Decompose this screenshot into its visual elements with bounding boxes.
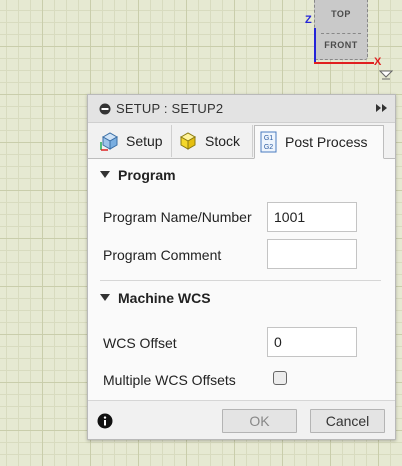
expand-arrows-icon[interactable] [375,103,389,113]
section-program-title: Program [118,167,176,183]
dialog-footer: OK Cancel [88,400,395,439]
g1-text: G1 [264,135,273,142]
setup-cube-icon [100,132,119,151]
stock-box-icon [179,132,197,150]
z-axis-line [314,28,316,64]
tab-post-process[interactable]: G1 G2 Post Process [254,125,384,159]
program-comment-label: Program Comment [103,247,222,263]
program-name-label: Program Name/Number [103,209,252,225]
program-comment-input[interactable] [267,239,357,269]
info-icon[interactable] [97,413,113,429]
viewcube-front-label[interactable]: FRONT [315,40,367,50]
section-divider [100,280,381,281]
multiple-wcs-offsets-checkbox[interactable] [273,371,287,385]
tab-setup-label: Setup [126,133,163,149]
wcs-offset-label: WCS Offset [103,335,177,351]
cancel-button[interactable]: Cancel [310,409,385,433]
viewcube-top-label[interactable]: TOP [315,9,367,19]
viewcube-cube[interactable]: TOP FRONT [314,0,368,60]
z-axis-label: Z [305,14,312,26]
post-process-panel: Program Program Name/Number Program Comm… [88,159,395,402]
wcs-offset-input[interactable] [267,327,357,357]
x-axis-line [314,62,374,64]
section-program-header[interactable]: Program [100,167,176,183]
tab-stock-label: Stock [205,133,241,149]
viewcube-menu-icon[interactable] [379,70,393,80]
tab-post-process-label: Post Process [285,134,368,150]
viewcube[interactable]: TOP FRONT Z X [300,0,402,90]
dialog-title: SETUP : SETUP2 [116,101,224,116]
dialog-titlebar[interactable]: SETUP : SETUP2 [88,95,395,123]
section-machine-wcs-header[interactable]: Machine WCS [100,290,211,306]
x-axis-label: X [374,56,382,68]
dialog-tabs: Setup Stock G1 G2 Post Process [88,125,395,159]
g2-text: G2 [264,144,273,151]
g1-g2-icon: G1 G2 [260,131,277,153]
viewcube-edge [321,33,361,34]
section-machine-wcs-title: Machine WCS [118,290,211,306]
tab-stock[interactable]: Stock [173,125,253,157]
collapse-triangle-icon [100,294,110,301]
collapse-triangle-icon [100,171,110,178]
collapse-dialog-icon[interactable] [99,103,111,115]
setup-dialog: SETUP : SETUP2 Setup Stock G1 G2 Post Pr… [87,94,396,440]
program-name-input[interactable] [267,202,357,232]
multiple-wcs-offsets-label: Multiple WCS Offsets [103,372,236,388]
tab-setup[interactable]: Setup [94,125,172,157]
ok-button[interactable]: OK [222,409,297,433]
